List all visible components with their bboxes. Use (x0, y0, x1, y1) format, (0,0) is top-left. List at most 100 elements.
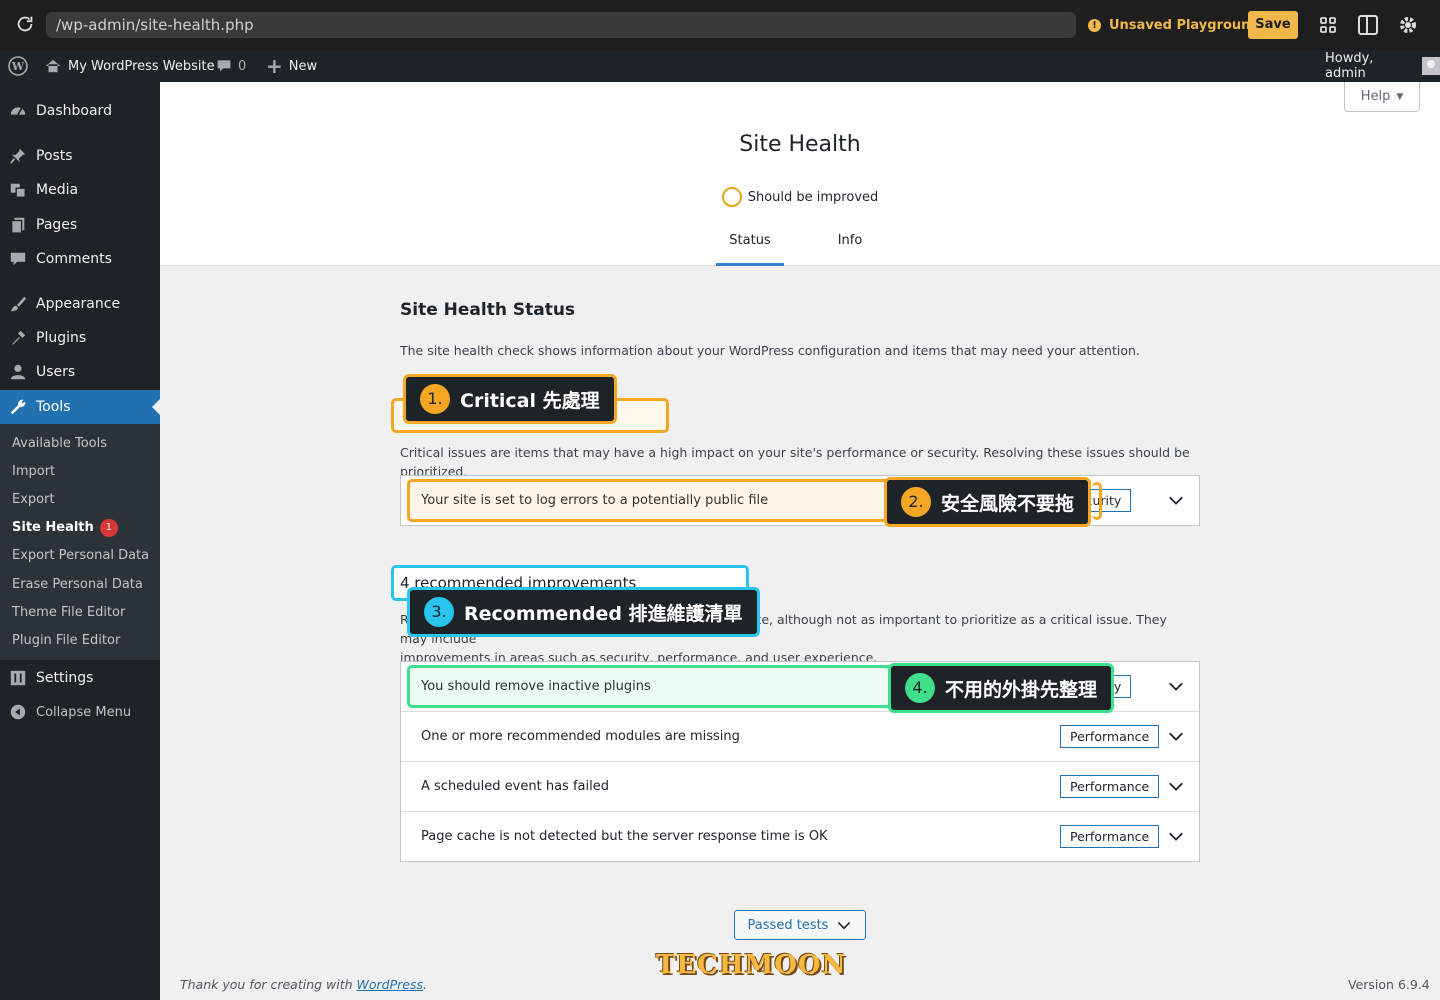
new-content-link[interactable]: + New (266, 50, 317, 82)
submenu-theme-file-editor[interactable]: Theme File Editor (12, 603, 125, 623)
sidebar-item-tools[interactable]: Tools (0, 390, 160, 424)
wordpress-logo-icon[interactable]: W (8, 50, 28, 82)
issue-title: Page cache is not detected but the serve… (421, 829, 828, 844)
submenu-import[interactable]: Import (12, 462, 55, 482)
issue-row[interactable]: Page cache is not detected but the serve… (401, 812, 1199, 862)
health-status: Should be improved (160, 187, 1440, 207)
wordpress-link[interactable]: WordPress (357, 977, 423, 992)
sidebar-item-users[interactable]: Users (0, 355, 160, 389)
footer-thanks: Thank you for creating with WordPress. (180, 977, 427, 992)
sidebar-item-media[interactable]: Media (0, 173, 160, 207)
help-label: Help (1360, 89, 1391, 104)
submenu-plugin-file-editor[interactable]: Plugin File Editor (12, 631, 120, 651)
sidebar-item-posts[interactable]: Posts (0, 139, 160, 173)
footer-thanks-suffix: . (423, 977, 427, 992)
sidebar-item-label: Dashboard (36, 103, 112, 119)
sidebar-item-settings[interactable]: Settings (0, 661, 160, 695)
pages-icon (0, 216, 36, 234)
annotation-inactive-plugins: 4. 不用的外掛先整理 (888, 663, 1115, 713)
submenu-site-health[interactable]: Site Health 1 (12, 518, 118, 538)
annotation-security: 2. 安全風險不要拖 (884, 477, 1092, 527)
tools-submenu: Available Tools Import Export Site Healt… (0, 424, 160, 660)
sidebar-item-dashboard[interactable]: Dashboard (0, 94, 160, 128)
issue-title: One or more recommended modules are miss… (421, 729, 740, 744)
annotation-number: 2. (901, 487, 931, 517)
sidebar-item-comments[interactable]: Comments (0, 242, 160, 276)
sidebar-toggle-icon[interactable] (1356, 13, 1380, 37)
status-label: Should be improved (747, 189, 879, 205)
save-button[interactable]: Save (1248, 11, 1298, 39)
sidebar-item-label: Media (36, 182, 79, 198)
sidebar-item-label: Posts (36, 148, 73, 164)
sidebar-item-label: Appearance (36, 296, 121, 312)
footer-thanks-text: Thank you for creating with (180, 977, 357, 992)
passed-tests-label: Passed tests (747, 917, 829, 933)
home-icon (45, 59, 61, 73)
browser-toolbar: /wp-admin/site-health.php ! Unsaved Play… (0, 0, 1440, 50)
submenu-available-tools[interactable]: Available Tools (12, 434, 107, 454)
tab-info[interactable]: Info (820, 222, 880, 266)
comments-count: 0 (238, 58, 247, 74)
chevron-down-icon[interactable] (1167, 827, 1185, 845)
submenu-erase-personal-data[interactable]: Erase Personal Data (12, 575, 143, 595)
annotation-number: 3. (424, 597, 454, 627)
sidebar-item-pages[interactable]: Pages (0, 208, 160, 242)
annotation-number: 1. (420, 384, 450, 414)
issue-row[interactable]: One or more recommended modules are miss… (401, 712, 1199, 762)
intro-text: The site health check shows information … (400, 343, 1140, 358)
gear-icon[interactable] (1396, 13, 1420, 37)
critical-issue-highlight (407, 479, 902, 522)
chevron-down-icon[interactable] (1167, 727, 1185, 745)
chevron-down-icon[interactable] (1167, 777, 1185, 795)
tab-status[interactable]: Status (716, 222, 784, 266)
my-account-link[interactable]: Howdy, admin (1325, 50, 1440, 82)
unsaved-indicator[interactable]: ! Unsaved Playground (1088, 14, 1260, 36)
address-bar[interactable]: /wp-admin/site-health.php (46, 12, 1076, 38)
unsaved-label: Unsaved Playground (1109, 17, 1260, 33)
issue-row[interactable]: A scheduled event has failed Performance (401, 762, 1199, 812)
comment-icon (0, 250, 36, 268)
brush-icon (0, 295, 36, 313)
reload-icon[interactable] (14, 13, 36, 35)
sidebar-item-label: Pages (36, 217, 78, 233)
submenu-label: Site Health (12, 520, 94, 535)
caret-down-icon: ▼ (1396, 91, 1404, 102)
settings-icon (0, 669, 36, 687)
submenu-export-personal-data[interactable]: Export Personal Data (12, 546, 149, 566)
sidebar-item-plugins[interactable]: Plugins (0, 321, 160, 355)
sidebar-item-label: Users (36, 364, 76, 380)
user-icon (0, 363, 36, 381)
issue-tag: Performance (1060, 725, 1160, 748)
annotation-critical: 1. Critical 先處理 (403, 374, 617, 424)
collapse-menu-button[interactable]: Collapse Menu (0, 695, 160, 729)
chevron-down-icon (838, 922, 851, 930)
site-health-header: Help ▼ Site Health Should be improved St… (160, 82, 1440, 266)
svg-text:W: W (11, 60, 25, 73)
site-name-link[interactable]: My WordPress Website (44, 50, 215, 82)
count-badge: 1 (99, 519, 118, 537)
avatar (1422, 57, 1440, 75)
grid-icon[interactable] (1316, 13, 1340, 37)
passed-tests-button[interactable]: Passed tests (734, 910, 866, 940)
sidebar-item-label: Comments (36, 251, 112, 267)
annotation-text: Recommended 排進維護清單 (464, 602, 743, 625)
inactive-plugins-highlight (407, 665, 893, 708)
sidebar-item-label: Plugins (36, 330, 87, 346)
dashboard-icon (0, 102, 36, 120)
admin-sidebar: Dashboard Posts Media Pages Comments App… (0, 82, 160, 1000)
comments-link[interactable]: 0 (216, 50, 246, 82)
annotation-text: 安全風險不要拖 (941, 492, 1075, 515)
critical-tag-highlight (1092, 482, 1102, 520)
new-label: New (288, 58, 318, 74)
chevron-down-icon[interactable] (1167, 491, 1185, 509)
media-icon (0, 181, 36, 199)
help-button[interactable]: Help ▼ (1344, 82, 1420, 112)
submenu-export[interactable]: Export (12, 490, 55, 510)
annotation-text: 不用的外掛先整理 (945, 678, 1098, 701)
status-ring-icon (721, 187, 742, 207)
chevron-down-icon[interactable] (1167, 677, 1185, 695)
warning-icon: ! (1088, 18, 1101, 32)
comment-icon (217, 60, 231, 72)
sidebar-item-appearance[interactable]: Appearance (0, 287, 160, 321)
footer-version: Version 6.9.4 (1348, 977, 1430, 992)
